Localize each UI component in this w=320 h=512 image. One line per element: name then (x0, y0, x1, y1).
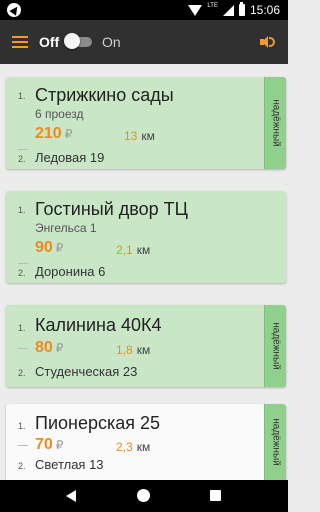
reliable-badge: надёжный (264, 404, 286, 480)
route-divider (18, 149, 28, 150)
to-address: Студенческая 23 (35, 364, 138, 379)
home-icon[interactable] (137, 489, 150, 502)
clock: 15:06 (249, 3, 280, 17)
from-number: 1. (18, 421, 26, 431)
to-number: 2. (18, 154, 26, 164)
recent-apps-icon[interactable] (210, 490, 221, 501)
battery-icon (238, 2, 245, 16)
from-detail: 6 проезд (35, 107, 84, 121)
online-toggle[interactable] (64, 33, 94, 49)
back-icon[interactable] (66, 490, 76, 502)
toggle-thumb (64, 33, 80, 49)
order-distance: 2,3 км (116, 440, 151, 454)
currency-sign: ₽ (55, 241, 64, 255)
toolbar: Off On (0, 20, 288, 64)
currency-sign: ₽ (64, 127, 73, 141)
to-address: Ледовая 19 (35, 150, 105, 165)
to-address: Доронина 6 (35, 264, 106, 279)
from-detail: Энгельса 1 (35, 221, 97, 235)
off-label: Off (39, 34, 60, 50)
status-bar: LTE 15:06 (0, 0, 288, 20)
status-icons: LTE 15:06 (188, 2, 280, 17)
from-number: 1. (18, 91, 26, 101)
on-label: On (102, 34, 121, 50)
from-number: 1. (18, 205, 26, 215)
lte-indicator: LTE (207, 3, 218, 9)
sound-icon[interactable] (260, 35, 276, 49)
order-distance: 13 км (124, 129, 155, 143)
from-address: Стрижкино сады (35, 85, 174, 105)
to-address: Светлая 13 (35, 457, 104, 472)
order-card[interactable]: 1. Стрижкино сады 6 проезд 210 ₽ 13 км 2. … (6, 77, 286, 169)
from-number: 1. (18, 323, 26, 333)
order-price: 210 ₽ (35, 125, 73, 142)
route-divider (18, 348, 28, 349)
to-number: 2. (18, 461, 26, 471)
order-distance: 2,1 км (116, 243, 151, 257)
from-address: Гостиный двор ТЦ (35, 199, 188, 219)
orders-list[interactable]: 1. Стрижкино сады 6 проезд 210 ₽ 13 км 2. … (0, 64, 288, 480)
reliable-badge: надёжный (264, 77, 286, 169)
menu-icon[interactable] (12, 36, 28, 48)
order-card[interactable]: 1. Калинина 40К4 80 ₽ 1,8 км 2. Студенческ… (6, 305, 286, 387)
navigation-arrow-icon (7, 3, 21, 17)
signal-icon (222, 4, 234, 16)
to-number: 2. (18, 268, 26, 278)
order-distance: 1,8 км (116, 343, 151, 357)
order-price: 80 ₽ (35, 339, 64, 356)
route-divider (18, 445, 28, 446)
wifi-icon (188, 4, 203, 16)
order-price: 90 ₽ (35, 239, 64, 256)
to-number: 2. (18, 368, 26, 378)
currency-sign: ₽ (55, 341, 64, 355)
order-card[interactable]: 1. Гостиный двор ТЦ Энгельса 1 90 ₽ 2,1 км… (6, 191, 286, 283)
system-navigation-bar (0, 480, 288, 512)
reliable-badge: надёжный (264, 305, 286, 387)
currency-sign: ₽ (55, 438, 64, 452)
from-address: Пионерская 25 (35, 413, 161, 433)
order-price: 70 ₽ (35, 436, 64, 453)
order-card[interactable]: 1. Пионерская 25 70 ₽ 2,3 км 2. Светлая 13… (6, 404, 286, 480)
route-divider (18, 263, 28, 264)
from-address: Калинина 40К4 (35, 315, 162, 335)
